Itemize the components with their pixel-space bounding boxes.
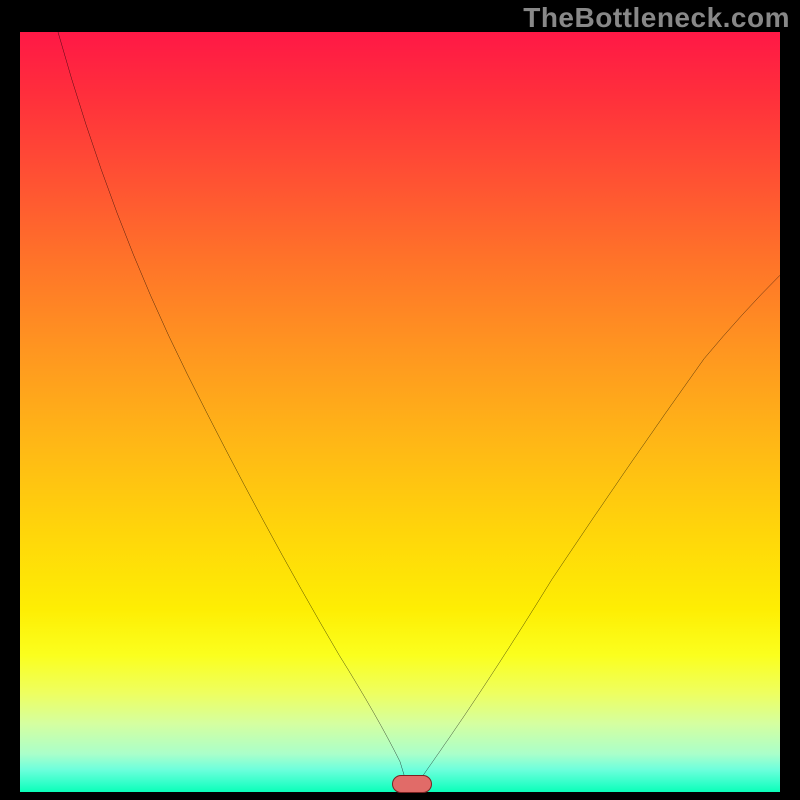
optimal-point-marker	[392, 775, 432, 793]
chart-frame: TheBottleneck.com	[0, 0, 800, 800]
bottleneck-curve	[20, 32, 780, 792]
watermark-text: TheBottleneck.com	[523, 2, 790, 34]
curve-left-branch	[58, 32, 408, 787]
plot-area	[20, 32, 780, 792]
curve-right-branch	[415, 275, 780, 786]
